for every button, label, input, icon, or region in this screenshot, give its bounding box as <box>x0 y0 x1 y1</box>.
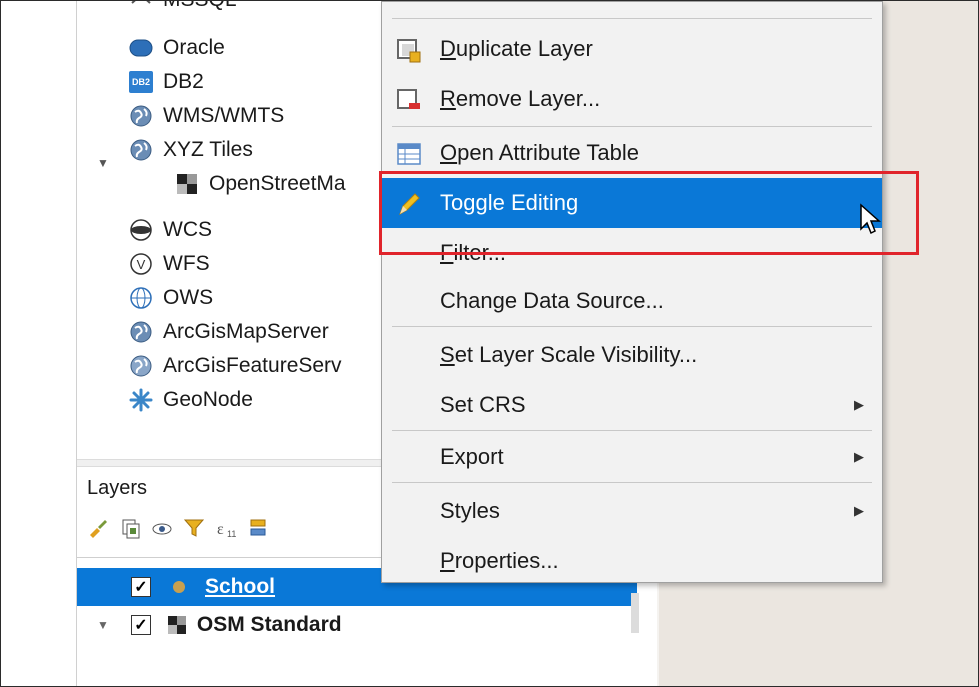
submenu-arrow-icon: ▶ <box>854 503 864 518</box>
add-group-icon[interactable] <box>119 517 141 539</box>
expression-filter-icon[interactable]: ε 11 <box>215 517 237 539</box>
layer-name: OSM Standard <box>196 613 342 636</box>
browser-item-wcs[interactable]: WCS <box>129 213 212 247</box>
layer-name: School <box>205 575 276 598</box>
mssql-icon <box>129 1 153 12</box>
globe-icon <box>129 354 153 378</box>
duplicate-layer-icon <box>396 37 422 63</box>
browser-item-openstreetmap[interactable]: OpenStreetMa <box>175 167 346 201</box>
tiles-icon <box>167 615 187 635</box>
left-gutter <box>1 1 77 686</box>
point-symbol-icon <box>173 581 185 593</box>
mouse-cursor-icon <box>859 203 881 242</box>
menu-label: Change Data Source... <box>440 288 664 313</box>
geonode-icon <box>129 388 153 412</box>
expand-caret-icon[interactable]: ▼ <box>97 618 109 632</box>
menu-label: Set CRS <box>440 392 526 417</box>
menu-label: Export <box>440 444 504 469</box>
layers-scrollbar[interactable] <box>631 593 639 633</box>
browser-item-arcgismapserver[interactable]: ArcGisMapServer <box>129 315 329 349</box>
expand-caret-icon[interactable]: ▼ <box>97 156 109 170</box>
svg-text:ε: ε <box>217 521 224 538</box>
layer-visibility-checkbox[interactable]: ✓ <box>131 577 151 597</box>
submenu-arrow-icon: ▶ <box>854 449 864 464</box>
menu-label-rest: emove Layer... <box>455 86 601 111</box>
browser-item-geonode[interactable]: GeoNode <box>129 383 253 417</box>
visibility-eye-icon[interactable] <box>151 517 173 539</box>
browser-item-label: OWS <box>163 286 214 309</box>
browser-item-label: GeoNode <box>163 388 253 411</box>
menu-separator <box>392 482 872 483</box>
menu-item-remove-layer[interactable]: Remove Layer... <box>382 74 882 124</box>
menu-item-properties[interactable]: Properties... <box>382 536 882 586</box>
ows-icon <box>129 286 153 310</box>
menu-separator <box>392 18 872 19</box>
layer-visibility-checkbox[interactable]: ✓ <box>130 615 151 635</box>
menu-separator <box>392 430 872 431</box>
browser-item-oracle[interactable]: Oracle <box>129 31 225 65</box>
browser-item-label: WFS <box>163 252 210 275</box>
globe-icon <box>129 320 153 344</box>
svg-text:11: 11 <box>227 529 236 539</box>
menu-separator <box>392 126 872 127</box>
browser-item-wfs[interactable]: V WFS <box>129 247 210 281</box>
db2-icon: DB2 <box>129 70 153 94</box>
wcs-icon <box>129 218 153 242</box>
mnemonic: P <box>440 548 455 573</box>
browser-item-mssql[interactable]: MSSQL <box>129 1 237 17</box>
menu-item-styles[interactable]: Styles ▶ <box>382 486 882 536</box>
mnemonic: D <box>440 36 456 61</box>
browser-item-label: DB2 <box>163 70 204 93</box>
layers-toolbar: ε 11 <box>87 513 269 543</box>
browser-item-label: WMS/WMTS <box>163 104 285 127</box>
browser-item-xyz[interactable]: XYZ Tiles <box>129 133 253 167</box>
menu-label-rest: roperties... <box>454 548 559 573</box>
annotation-highlight-box <box>379 171 919 255</box>
browser-item-label: XYZ Tiles <box>163 138 253 161</box>
layer-row-osm-standard[interactable]: ▼ ✓ OSM Standard <box>77 606 637 644</box>
remove-layer-icon <box>396 87 422 113</box>
browser-item-label: WCS <box>163 218 212 241</box>
svg-text:V: V <box>137 257 146 272</box>
style-paint-icon[interactable] <box>87 517 109 539</box>
layer-context-menu: Duplicate Layer Remove Layer... Open Att… <box>381 1 883 583</box>
browser-item-label: OpenStreetMa <box>209 172 346 195</box>
mnemonic: S <box>440 342 455 367</box>
qgis-window: MSSQL Oracle DB2 DB2 WMS/WMTS ▼ XYZ Tile… <box>0 0 979 687</box>
filter-icon[interactable] <box>183 517 205 539</box>
attribute-table-icon <box>396 141 422 167</box>
menu-item-export[interactable]: Export ▶ <box>382 432 882 482</box>
mnemonic: O <box>440 140 458 165</box>
menu-label: Styles <box>440 498 500 523</box>
browser-item-arcgisfeatureserver[interactable]: ArcGisFeatureServ <box>129 349 342 383</box>
browser-item-db2[interactable]: DB2 DB2 <box>129 65 204 99</box>
menu-item-duplicate-layer[interactable]: Duplicate Layer <box>382 24 882 74</box>
menu-separator <box>392 326 872 327</box>
db2-badge: DB2 <box>129 71 153 93</box>
menu-label-rest: pen Attribute Table <box>457 140 639 165</box>
expand-all-icon[interactable] <box>247 517 269 539</box>
browser-item-ows[interactable]: OWS <box>129 281 213 315</box>
tiles-icon <box>175 172 199 196</box>
oracle-icon <box>129 36 153 60</box>
mnemonic: R <box>440 86 456 111</box>
menu-item-set-layer-scale-visibility[interactable]: Set Layer Scale Visibility... <box>382 330 882 380</box>
globe-icon <box>129 138 153 162</box>
layers-panel-title: Layers <box>87 477 148 499</box>
browser-item-label: MSSQL <box>163 1 237 12</box>
browser-item-label: ArcGisFeatureServ <box>163 354 342 377</box>
submenu-arrow-icon: ▶ <box>854 397 864 412</box>
wfs-icon: V <box>129 252 153 276</box>
browser-item-wms[interactable]: WMS/WMTS <box>129 99 284 133</box>
menu-label-rest: uplicate Layer <box>455 36 593 61</box>
browser-item-label: ArcGisMapServer <box>163 320 329 343</box>
globe-icon <box>129 104 153 128</box>
browser-item-label: Oracle <box>163 36 225 59</box>
menu-item-set-crs[interactable]: Set CRS ▶ <box>382 380 882 430</box>
menu-label-rest: et Layer Scale Visibility... <box>454 342 698 367</box>
menu-item-change-data-source[interactable]: Change Data Source... <box>382 276 882 326</box>
